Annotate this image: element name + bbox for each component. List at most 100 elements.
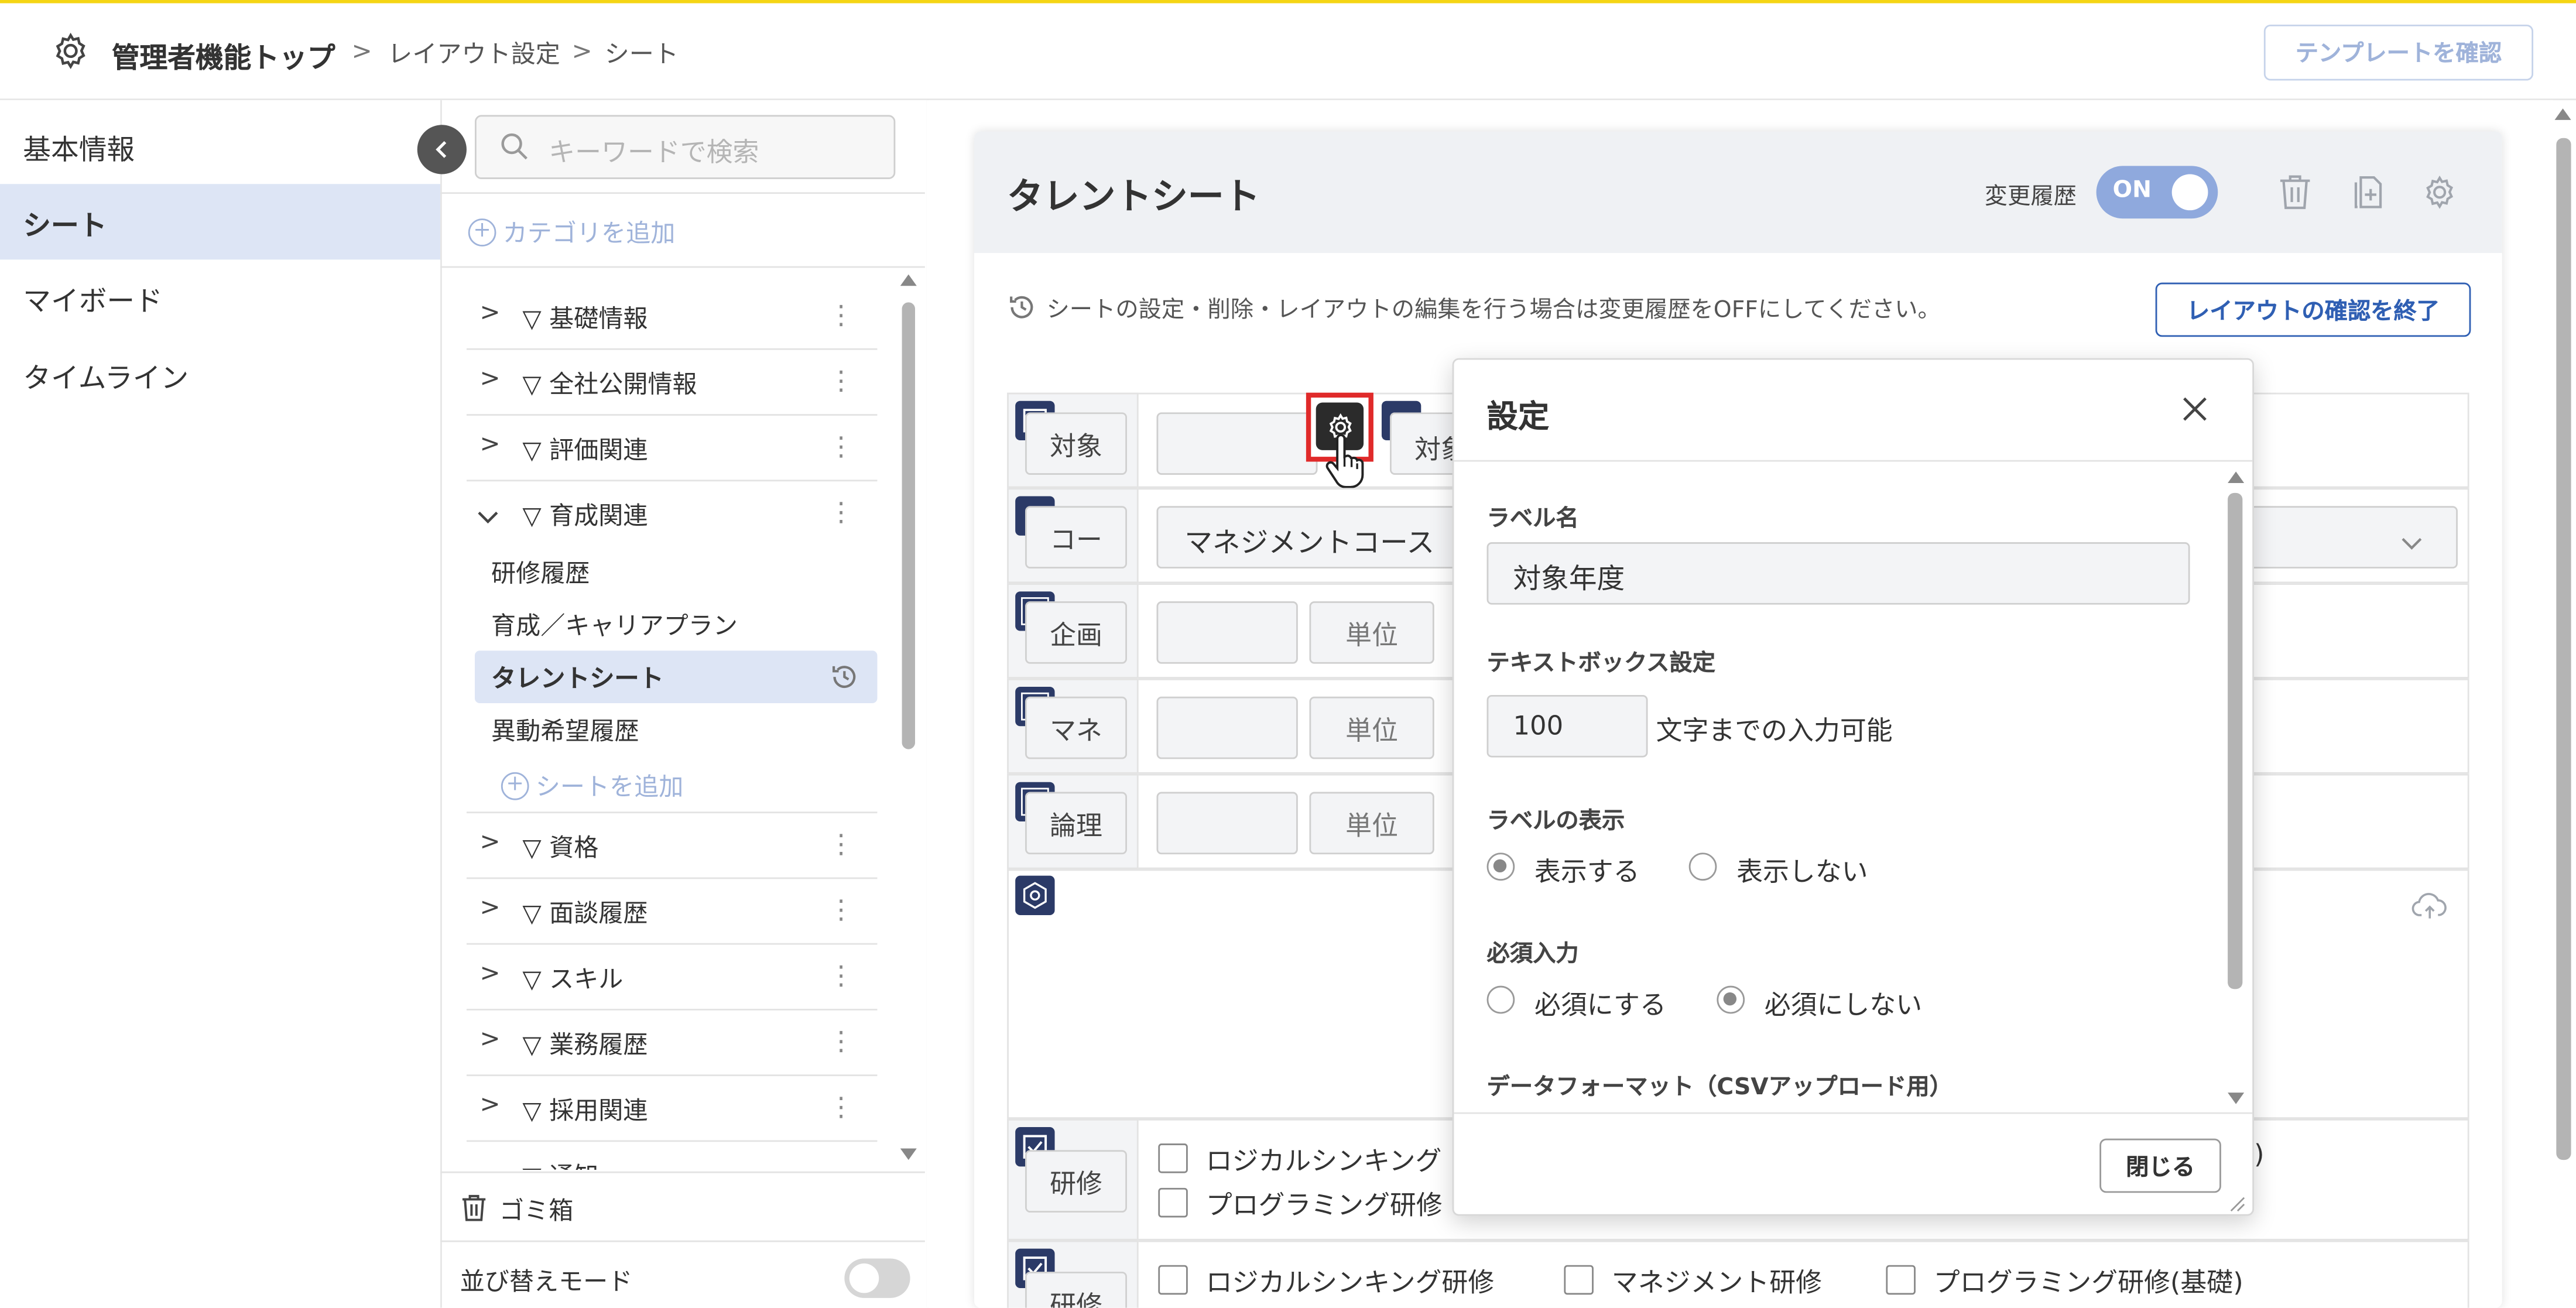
scroll-up-icon[interactable] (900, 274, 917, 286)
more-vertical-icon[interactable]: ⋮ (828, 430, 854, 461)
trash-button[interactable]: ゴミ箱 (440, 1171, 925, 1242)
field-label-button[interactable]: 論理 (1025, 792, 1127, 855)
sheet-item-talent[interactable]: タレントシート (474, 650, 878, 704)
category-row-expanded[interactable]: ▽ 育成関連 ⋮ (467, 480, 878, 545)
chevron-down-icon (477, 503, 499, 533)
number-input[interactable] (1156, 696, 1298, 759)
more-vertical-icon[interactable]: ⋮ (828, 1091, 854, 1122)
scroll-up-icon[interactable] (2554, 108, 2571, 120)
add-category-button[interactable]: + カテゴリを追加 (468, 215, 675, 250)
chevron-right-icon: > (479, 363, 501, 393)
category-label: ▽ 基礎情報 (522, 304, 648, 334)
category-row[interactable]: > ▽ 資格 ⋮ (466, 811, 878, 879)
end-layout-confirm-button[interactable]: レイアウトの確認を終了 (2155, 282, 2471, 337)
cloud-upload-icon[interactable] (2411, 892, 2448, 929)
more-vertical-icon[interactable]: ⋮ (828, 496, 854, 527)
search-icon (499, 131, 529, 167)
more-vertical-icon[interactable]: ⋮ (828, 365, 854, 396)
scroll-down-icon[interactable] (900, 1148, 917, 1160)
category-row[interactable]: > ▽ 評価関連 ⋮ (466, 414, 878, 482)
field-label-button[interactable]: コー (1025, 506, 1127, 569)
radio-required[interactable] (1486, 985, 1515, 1014)
panel-divider (440, 192, 925, 194)
field-label-button[interactable]: 対象 (1389, 412, 1458, 475)
toggle-knob (2171, 174, 2208, 211)
gear-icon[interactable] (2419, 171, 2461, 214)
more-vertical-icon[interactable]: ⋮ (828, 894, 854, 925)
checkbox[interactable] (1158, 1187, 1188, 1218)
chevron-right-icon: > (479, 429, 501, 458)
history-toggle[interactable]: ON (2096, 166, 2218, 219)
category-row-clipped[interactable]: ▽ 通知 (467, 1140, 878, 1170)
checkbox[interactable] (1158, 1265, 1188, 1295)
template-confirm-button[interactable]: テンプレートを確認 (2263, 25, 2534, 81)
category-scroll-thumb[interactable] (902, 302, 916, 749)
max-length-suffix: 文字までの入力可能 (1656, 714, 1893, 746)
nav-item-myboard[interactable]: マイボード (0, 259, 440, 335)
radio-hide-label-text: 表示しない (1736, 855, 1868, 888)
more-vertical-icon[interactable]: ⋮ (828, 299, 854, 330)
unit-box: 単位 (1309, 696, 1434, 759)
chevron-right-icon: > (479, 826, 501, 856)
checkbox-label: プログラミング研修 (1205, 1189, 1443, 1221)
nav-item-timeline[interactable]: タイムライン (0, 337, 440, 412)
number-input[interactable] (1156, 792, 1298, 855)
resize-handle-icon[interactable] (2226, 1188, 2246, 1219)
modal-scroll-thumb[interactable] (2228, 492, 2243, 989)
category-row[interactable]: > ▽ 業務履歴 ⋮ (466, 1009, 878, 1077)
breadcrumb-admin-top[interactable]: 管理者機能トップ (112, 35, 335, 76)
more-vertical-icon[interactable]: ⋮ (828, 828, 854, 859)
sheet-item-career-plan[interactable]: 育成／キャリアプラン (475, 598, 877, 650)
panel-divider (440, 266, 925, 268)
field-label-button[interactable]: マネ (1025, 696, 1127, 759)
label-name-input[interactable]: 対象年度 (1486, 542, 2190, 605)
radio-not-required[interactable] (1717, 985, 1745, 1014)
field-label-button[interactable]: 研修 (1025, 1271, 1127, 1308)
category-label: ▽ 採用関連 (522, 1095, 648, 1126)
field-input[interactable] (1156, 412, 1318, 475)
modal-divider (1454, 1112, 2253, 1114)
chevron-right-icon: > (479, 957, 501, 988)
field-label-button[interactable]: 対象 (1025, 412, 1127, 475)
radio-show-label[interactable] (1486, 852, 1515, 881)
more-vertical-icon[interactable]: ⋮ (828, 960, 854, 991)
collapse-panel-button[interactable] (417, 125, 467, 174)
category-row[interactable]: > ▽ 面談履歴 ⋮ (466, 877, 878, 945)
breadcrumb-layout[interactable]: レイアウト設定 (388, 36, 560, 71)
sheet-item-training[interactable]: 研修履歴 (475, 546, 877, 598)
modal-close-button[interactable]: 閉じる (2099, 1138, 2221, 1193)
copy-icon[interactable] (2346, 171, 2389, 214)
sheet-item-transfer[interactable]: 異動希望履歴 (475, 703, 877, 756)
nav-item-basic-info[interactable]: 基本情報 (0, 108, 440, 184)
sort-mode-toggle[interactable] (844, 1258, 910, 1298)
search-input[interactable]: キーワードで検索 (474, 115, 896, 179)
nav-item-sheet[interactable]: シート (0, 184, 441, 260)
settings-modal: 設定 ラベル名 対象年度 テキストボックス設定 100 文字までの入力可能 ラベ… (1452, 358, 2254, 1219)
checkbox-label: プログラミング研修(基礎) (1933, 1266, 2243, 1298)
add-sheet-button[interactable]: + シートを追加 (501, 769, 683, 803)
more-vertical-icon[interactable]: ⋮ (828, 1025, 854, 1056)
category-row[interactable]: > ▽ 基礎情報 ⋮ (466, 283, 878, 350)
radio-hide-label[interactable] (1688, 852, 1717, 881)
close-icon[interactable] (2180, 394, 2210, 430)
category-row[interactable]: > ▽ 採用関連 ⋮ (466, 1074, 878, 1142)
category-row[interactable]: > ▽ スキル ⋮ (466, 943, 878, 1011)
max-length-input[interactable]: 100 (1486, 694, 1648, 758)
breadcrumb-sheet: シート (604, 39, 679, 69)
chevron-right-icon: > (479, 892, 501, 922)
checkbox[interactable] (1886, 1265, 1916, 1295)
checkbox[interactable] (1564, 1265, 1594, 1295)
field-label-button[interactable]: 研修 (1025, 1150, 1127, 1213)
checkbox[interactable] (1158, 1143, 1188, 1173)
scroll-down-icon[interactable] (2228, 1093, 2245, 1104)
main-scroll-thumb[interactable] (2556, 138, 2571, 1160)
history-label: 変更履歴 (1984, 184, 2077, 211)
trash-icon[interactable] (2274, 171, 2317, 214)
number-input[interactable] (1156, 601, 1298, 664)
scroll-up-icon[interactable] (2228, 471, 2245, 483)
category-row[interactable]: > ▽ 全社公開情報 ⋮ (466, 348, 878, 416)
sheet-header: タレントシート 変更履歴 (974, 131, 2502, 254)
gear-icon[interactable] (49, 30, 92, 73)
checkbox-label: ロジカルシンキング研修 (1205, 1266, 1495, 1298)
field-label-button[interactable]: 企画 (1025, 601, 1127, 664)
